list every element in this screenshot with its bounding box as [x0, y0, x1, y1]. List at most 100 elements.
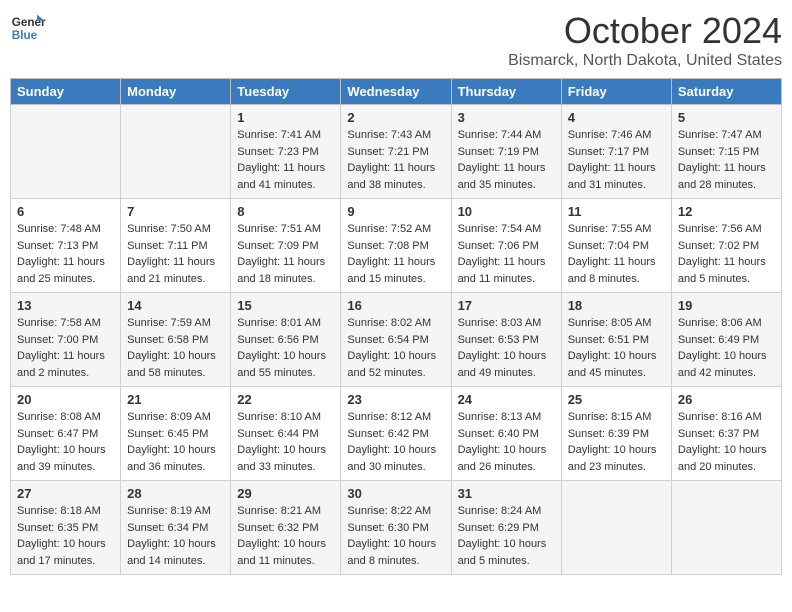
day-detail: Sunrise: 8:10 AMSunset: 6:44 PMDaylight:… — [237, 409, 334, 475]
day-number: 28 — [127, 486, 224, 501]
calendar-week-row: 6 Sunrise: 7:48 AMSunset: 7:13 PMDaylight… — [11, 199, 782, 293]
calendar-cell: 30Sunrise: 8:22 AMSunset: 6:30 PMDayligh… — [341, 481, 451, 575]
calendar-cell — [11, 105, 121, 199]
day-of-week-header: Monday — [121, 79, 231, 105]
day-number: 25 — [568, 392, 665, 407]
day-number: 1 — [237, 110, 334, 125]
calendar-week-row: 20 Sunrise: 8:08 AMSunset: 6:47 PMDayligh… — [11, 387, 782, 481]
day-detail: Sunrise: 8:16 AMSunset: 6:37 PMDaylight:… — [678, 409, 775, 475]
day-detail: Sunrise: 7:48 AMSunset: 7:13 PMDaylight:… — [17, 221, 114, 287]
calendar-cell: 10Sunrise: 7:54 AMSunset: 7:06 PMDayligh… — [451, 199, 561, 293]
calendar-cell: 15Sunrise: 8:01 AMSunset: 6:56 PMDayligh… — [231, 293, 341, 387]
day-detail: Sunrise: 8:03 AMSunset: 6:53 PMDaylight:… — [458, 315, 555, 381]
title-block: October 2024 Bismarck, North Dakota, Uni… — [508, 10, 782, 70]
calendar-cell: 13 Sunrise: 7:58 AMSunset: 7:00 PMDayligh… — [11, 293, 121, 387]
calendar-cell: 6 Sunrise: 7:48 AMSunset: 7:13 PMDaylight… — [11, 199, 121, 293]
calendar-cell: 8Sunrise: 7:51 AMSunset: 7:09 PMDaylight… — [231, 199, 341, 293]
calendar-cell: 27 Sunrise: 8:18 AMSunset: 6:35 PMDayligh… — [11, 481, 121, 575]
day-detail: Sunrise: 7:52 AMSunset: 7:08 PMDaylight:… — [347, 221, 444, 287]
day-detail: Sunrise: 7:44 AMSunset: 7:19 PMDaylight:… — [458, 127, 555, 193]
day-number: 29 — [237, 486, 334, 501]
day-number: 3 — [458, 110, 555, 125]
day-detail: Sunrise: 8:01 AMSunset: 6:56 PMDaylight:… — [237, 315, 334, 381]
day-number: 27 — [17, 486, 114, 501]
calendar-cell — [121, 105, 231, 199]
calendar-week-row: 1 Sunrise: 7:41 AMSunset: 7:23 PMDaylight… — [11, 105, 782, 199]
svg-text:Blue: Blue — [12, 29, 38, 42]
day-detail: Sunrise: 8:22 AMSunset: 6:30 PMDaylight:… — [347, 503, 444, 569]
calendar-table: SundayMondayTuesdayWednesdayThursdayFrid… — [10, 78, 782, 575]
day-detail: Sunrise: 8:06 AMSunset: 6:49 PMDaylight:… — [678, 315, 775, 381]
day-of-week-header: Wednesday — [341, 79, 451, 105]
day-number: 5 — [678, 110, 775, 125]
calendar-week-row: 13 Sunrise: 7:58 AMSunset: 7:00 PMDayligh… — [11, 293, 782, 387]
day-number: 31 — [458, 486, 555, 501]
calendar-cell: 24 Sunrise: 8:13 AMSunset: 6:40 PMDayligh… — [451, 387, 561, 481]
calendar-cell: 26 Sunrise: 8:16 AMSunset: 6:37 PMDayligh… — [671, 387, 781, 481]
day-detail: Sunrise: 7:47 AMSunset: 7:15 PMDaylight:… — [678, 127, 775, 193]
day-detail: Sunrise: 8:08 AMSunset: 6:47 PMDaylight:… — [17, 409, 114, 475]
day-detail: Sunrise: 7:50 AMSunset: 7:11 PMDaylight:… — [127, 221, 224, 287]
day-number: 8 — [237, 204, 334, 219]
calendar-cell: 18 Sunrise: 8:05 AMSunset: 6:51 PMDayligh… — [561, 293, 671, 387]
day-number: 9 — [347, 204, 444, 219]
calendar-cell: 28 Sunrise: 8:19 AMSunset: 6:34 PMDayligh… — [121, 481, 231, 575]
calendar-cell: 25 Sunrise: 8:15 AMSunset: 6:39 PMDayligh… — [561, 387, 671, 481]
calendar-cell: 2Sunrise: 7:43 AMSunset: 7:21 PMDaylight… — [341, 105, 451, 199]
day-detail: Sunrise: 7:41 AMSunset: 7:23 PMDaylight:… — [237, 127, 334, 193]
location-title: Bismarck, North Dakota, United States — [508, 52, 782, 70]
calendar-cell: 19 Sunrise: 8:06 AMSunset: 6:49 PMDayligh… — [671, 293, 781, 387]
day-detail: Sunrise: 8:21 AMSunset: 6:32 PMDaylight:… — [237, 503, 334, 569]
calendar-body: 1 Sunrise: 7:41 AMSunset: 7:23 PMDaylight… — [11, 105, 782, 575]
day-number: 13 — [17, 298, 114, 313]
calendar-cell: 4 Sunrise: 7:46 AMSunset: 7:17 PMDaylight… — [561, 105, 671, 199]
day-detail: Sunrise: 8:24 AMSunset: 6:29 PMDaylight:… — [458, 503, 555, 569]
calendar-cell: 5 Sunrise: 7:47 AMSunset: 7:15 PMDaylight… — [671, 105, 781, 199]
day-detail: Sunrise: 8:15 AMSunset: 6:39 PMDaylight:… — [568, 409, 665, 475]
day-detail: Sunrise: 8:02 AMSunset: 6:54 PMDaylight:… — [347, 315, 444, 381]
day-number: 7 — [127, 204, 224, 219]
day-detail: Sunrise: 7:58 AMSunset: 7:00 PMDaylight:… — [17, 315, 114, 381]
day-number: 14 — [127, 298, 224, 313]
day-of-week-header: Thursday — [451, 79, 561, 105]
day-number: 6 — [17, 204, 114, 219]
day-number: 20 — [17, 392, 114, 407]
logo: General Blue — [10, 10, 46, 46]
month-title: October 2024 — [508, 10, 782, 52]
calendar-cell: 20 Sunrise: 8:08 AMSunset: 6:47 PMDayligh… — [11, 387, 121, 481]
day-number: 24 — [458, 392, 555, 407]
calendar-cell — [671, 481, 781, 575]
day-number: 11 — [568, 204, 665, 219]
day-detail: Sunrise: 8:12 AMSunset: 6:42 PMDaylight:… — [347, 409, 444, 475]
day-of-week-header: Friday — [561, 79, 671, 105]
day-number: 18 — [568, 298, 665, 313]
day-detail: Sunrise: 8:09 AMSunset: 6:45 PMDaylight:… — [127, 409, 224, 475]
header-row: SundayMondayTuesdayWednesdayThursdayFrid… — [11, 79, 782, 105]
day-number: 19 — [678, 298, 775, 313]
calendar-cell: 23Sunrise: 8:12 AMSunset: 6:42 PMDayligh… — [341, 387, 451, 481]
calendar-cell — [561, 481, 671, 575]
day-detail: Sunrise: 8:13 AMSunset: 6:40 PMDaylight:… — [458, 409, 555, 475]
day-number: 26 — [678, 392, 775, 407]
day-detail: Sunrise: 8:18 AMSunset: 6:35 PMDaylight:… — [17, 503, 114, 569]
calendar-cell: 7 Sunrise: 7:50 AMSunset: 7:11 PMDaylight… — [121, 199, 231, 293]
calendar-cell: 11Sunrise: 7:55 AMSunset: 7:04 PMDayligh… — [561, 199, 671, 293]
day-number: 16 — [347, 298, 444, 313]
day-detail: Sunrise: 7:59 AMSunset: 6:58 PMDaylight:… — [127, 315, 224, 381]
day-detail: Sunrise: 7:46 AMSunset: 7:17 PMDaylight:… — [568, 127, 665, 193]
calendar-week-row: 27 Sunrise: 8:18 AMSunset: 6:35 PMDayligh… — [11, 481, 782, 575]
day-number: 21 — [127, 392, 224, 407]
calendar-cell: 16 Sunrise: 8:02 AMSunset: 6:54 PMDayligh… — [341, 293, 451, 387]
day-detail: Sunrise: 8:05 AMSunset: 6:51 PMDaylight:… — [568, 315, 665, 381]
day-number: 22 — [237, 392, 334, 407]
day-number: 4 — [568, 110, 665, 125]
calendar-cell: 14 Sunrise: 7:59 AMSunset: 6:58 PMDayligh… — [121, 293, 231, 387]
day-number: 10 — [458, 204, 555, 219]
calendar-cell: 31 Sunrise: 8:24 AMSunset: 6:29 PMDayligh… — [451, 481, 561, 575]
day-detail: Sunrise: 7:43 AMSunset: 7:21 PMDaylight:… — [347, 127, 444, 193]
day-detail: Sunrise: 8:19 AMSunset: 6:34 PMDaylight:… — [127, 503, 224, 569]
calendar-cell: 22 Sunrise: 8:10 AMSunset: 6:44 PMDayligh… — [231, 387, 341, 481]
day-of-week-header: Saturday — [671, 79, 781, 105]
calendar-cell: 9 Sunrise: 7:52 AMSunset: 7:08 PMDaylight… — [341, 199, 451, 293]
calendar-header: SundayMondayTuesdayWednesdayThursdayFrid… — [11, 79, 782, 105]
